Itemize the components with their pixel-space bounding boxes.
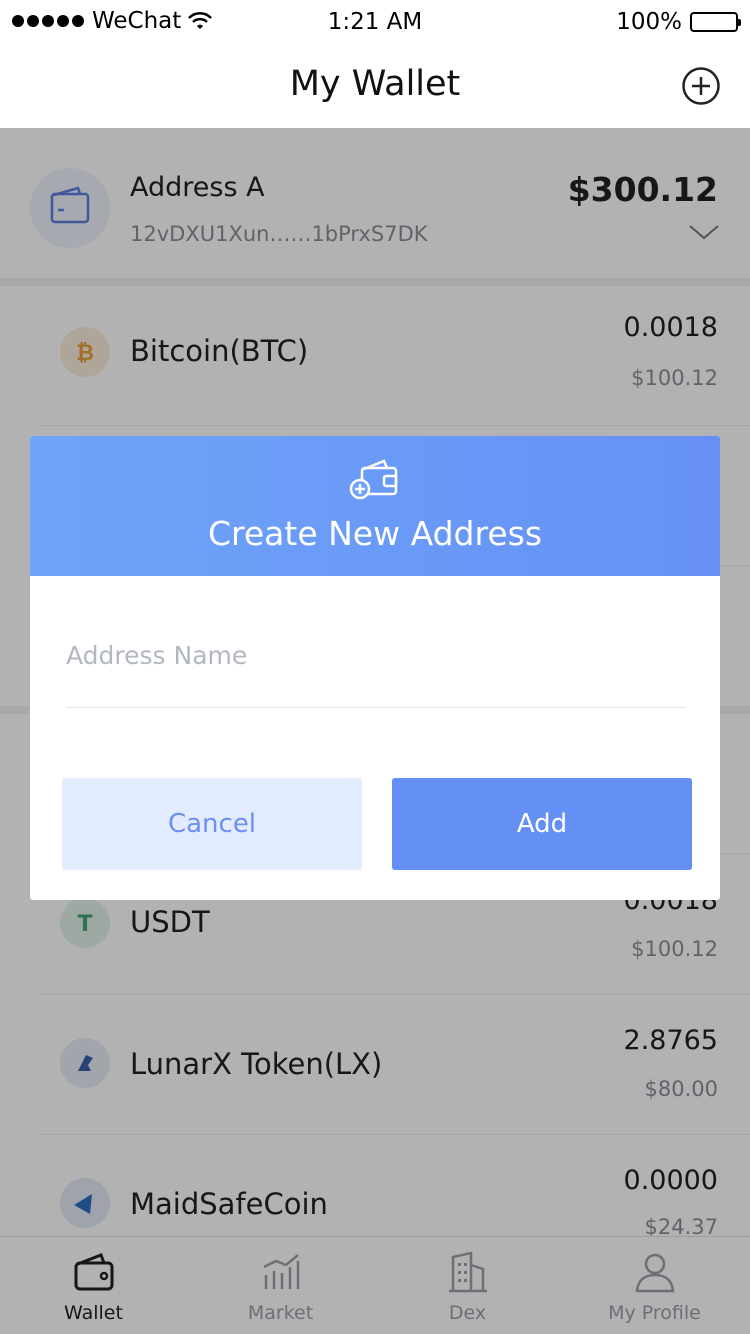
page-title: My Wallet <box>289 64 461 104</box>
status-bar: WeChat 1:21 AM 100% <box>0 0 750 44</box>
battery-icon <box>690 12 741 32</box>
dialog-header: Create New Address <box>30 436 720 576</box>
cancel-button[interactable]: Cancel <box>62 778 362 870</box>
address-name-input[interactable] <box>66 624 686 708</box>
create-address-dialog: Create New Address Cancel Add <box>30 436 720 900</box>
wallet-add-icon <box>349 459 398 500</box>
dialog-title: Create New Address <box>207 514 543 553</box>
battery-percent: 100% <box>616 9 682 35</box>
nav-bar: My Wallet <box>0 44 750 128</box>
status-bar-right: 100% <box>616 9 741 35</box>
plus-circle-icon[interactable] <box>681 66 721 106</box>
add-button[interactable]: Add <box>392 778 692 870</box>
